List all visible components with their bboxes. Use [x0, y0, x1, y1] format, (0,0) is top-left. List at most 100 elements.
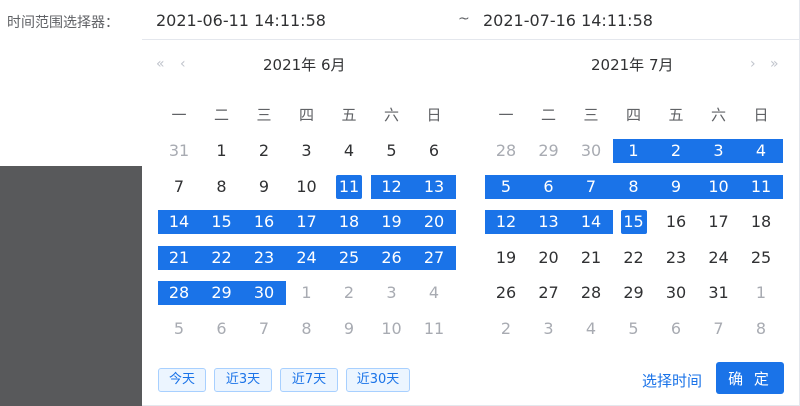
calendar-day[interactable]: 21 [570, 246, 612, 270]
shortcut-7days-button[interactable]: 近7天 [280, 368, 338, 392]
calendar-day[interactable]: 23 [655, 246, 697, 270]
prev-month-icon[interactable]: ‹ [180, 55, 186, 73]
select-time-link[interactable]: 选择时间 [642, 370, 702, 391]
calendar-day[interactable]: 3 [528, 317, 570, 341]
calendar-day[interactable]: 30 [243, 281, 285, 305]
calendar-day[interactable]: 23 [243, 246, 285, 270]
calendar-day[interactable]: 31 [158, 139, 200, 163]
calendar-day[interactable]: 4 [570, 317, 612, 341]
calendar-day[interactable]: 1 [613, 139, 655, 163]
calendar-day[interactable]: 2 [243, 139, 285, 163]
start-datetime-input[interactable] [156, 11, 346, 30]
calendar-day[interactable]: 14 [570, 210, 612, 234]
calendar-day[interactable]: 3 [698, 139, 740, 163]
calendar-day[interactable]: 6 [413, 139, 455, 163]
calendar-day[interactable]: 17 [698, 210, 740, 234]
end-datetime-input[interactable] [483, 11, 673, 30]
calendar-day[interactable]: 11 [740, 175, 782, 199]
confirm-button[interactable]: 确 定 [716, 362, 784, 394]
calendar-day[interactable]: 31 [698, 281, 740, 305]
calendar-day[interactable]: 4 [413, 281, 455, 305]
calendar-day[interactable]: 17 [286, 210, 328, 234]
weekday-header: 二 [213, 106, 229, 124]
next-year-icon[interactable]: » [770, 55, 779, 73]
calendar-day[interactable]: 1 [740, 281, 782, 305]
calendar-day[interactable]: 5 [485, 175, 527, 199]
calendar-day[interactable]: 19 [371, 210, 413, 234]
day-number: 18 [750, 212, 772, 232]
prev-year-icon[interactable]: « [156, 55, 165, 73]
calendar-day[interactable]: 19 [485, 246, 527, 270]
calendar-day[interactable]: 6 [201, 317, 243, 341]
next-month-icon[interactable]: › [750, 55, 756, 73]
day-number: 4 [343, 141, 355, 160]
calendar-day[interactable]: 6 [528, 175, 570, 199]
shortcut-30days-button[interactable]: 近30天 [346, 368, 410, 392]
calendar-day[interactable]: 3 [286, 139, 328, 163]
calendar-day[interactable]: 5 [371, 139, 413, 163]
calendar-day[interactable]: 28 [158, 281, 200, 305]
calendar-day[interactable]: 7 [243, 317, 285, 341]
calendar-day[interactable]: 2 [485, 317, 527, 341]
shortcut-3days-button[interactable]: 近3天 [214, 368, 272, 392]
calendar-day[interactable]: 24 [286, 246, 328, 270]
calendar-day[interactable]: 10 [698, 175, 740, 199]
calendar-day[interactable]: 22 [613, 246, 655, 270]
calendar-day[interactable]: 10 [286, 175, 328, 199]
calendar-day[interactable]: 28 [570, 281, 612, 305]
calendar-day[interactable]: 1 [201, 139, 243, 163]
calendar-day[interactable]: 5 [613, 317, 655, 341]
calendar-day[interactable]: 7 [698, 317, 740, 341]
calendar-day[interactable]: 18 [740, 210, 782, 234]
calendar-day[interactable]: 8 [740, 317, 782, 341]
calendar-day[interactable]: 12 [371, 175, 413, 199]
shortcut-today-button[interactable]: 今天 [158, 368, 206, 392]
calendar-day[interactable]: 11 [413, 317, 455, 341]
calendar-day[interactable]: 20 [413, 210, 455, 234]
calendar-day[interactable]: 9 [655, 175, 697, 199]
calendar-day[interactable]: 28 [485, 139, 527, 163]
calendar-day[interactable]: 25 [740, 246, 782, 270]
calendar-day[interactable]: 26 [371, 246, 413, 270]
calendar-day[interactable]: 16 [655, 210, 697, 234]
calendar-day[interactable]: 27 [413, 246, 455, 270]
calendar-day[interactable]: 13 [528, 210, 570, 234]
day-number: 1 [301, 283, 312, 303]
calendar-day[interactable]: 11 [328, 174, 370, 199]
calendar-day[interactable]: 5 [158, 317, 200, 341]
calendar-day[interactable]: 20 [528, 246, 570, 270]
calendar-day[interactable]: 6 [655, 317, 697, 341]
calendar-day[interactable]: 22 [201, 246, 243, 270]
calendar-day[interactable]: 30 [570, 139, 612, 163]
calendar-day[interactable]: 2 [655, 139, 697, 163]
calendar-day[interactable]: 10 [371, 317, 413, 341]
calendar-day[interactable]: 16 [243, 210, 285, 234]
calendar-day[interactable]: 7 [570, 175, 612, 199]
calendar-day[interactable]: 26 [485, 281, 527, 305]
calendar-day[interactable]: 4 [740, 139, 782, 163]
calendar-day[interactable]: 14 [158, 210, 200, 234]
calendar-day[interactable]: 29 [528, 139, 570, 163]
calendar-day[interactable]: 8 [613, 175, 655, 199]
calendar-day[interactable]: 18 [328, 210, 370, 234]
calendar-day[interactable]: 21 [158, 246, 200, 270]
calendar-day[interactable]: 15 [613, 210, 655, 235]
calendar-day[interactable]: 7 [158, 175, 200, 199]
calendar-day[interactable]: 25 [328, 246, 370, 270]
calendar-day[interactable]: 29 [201, 281, 243, 305]
calendar-day[interactable]: 8 [286, 317, 328, 341]
calendar-day[interactable]: 1 [286, 281, 328, 305]
calendar-day[interactable]: 12 [485, 210, 527, 234]
calendar-day[interactable]: 4 [328, 139, 370, 163]
calendar-day[interactable]: 9 [243, 175, 285, 199]
calendar-day[interactable]: 27 [528, 281, 570, 305]
calendar-day[interactable]: 2 [328, 281, 370, 305]
calendar-day[interactable]: 29 [613, 281, 655, 305]
calendar-day[interactable]: 8 [201, 175, 243, 199]
calendar-day[interactable]: 9 [328, 317, 370, 341]
calendar-day[interactable]: 3 [371, 281, 413, 305]
calendar-day[interactable]: 13 [413, 175, 455, 199]
calendar-day[interactable]: 15 [201, 210, 243, 234]
calendar-day[interactable]: 24 [698, 246, 740, 270]
calendar-day[interactable]: 30 [655, 281, 697, 305]
